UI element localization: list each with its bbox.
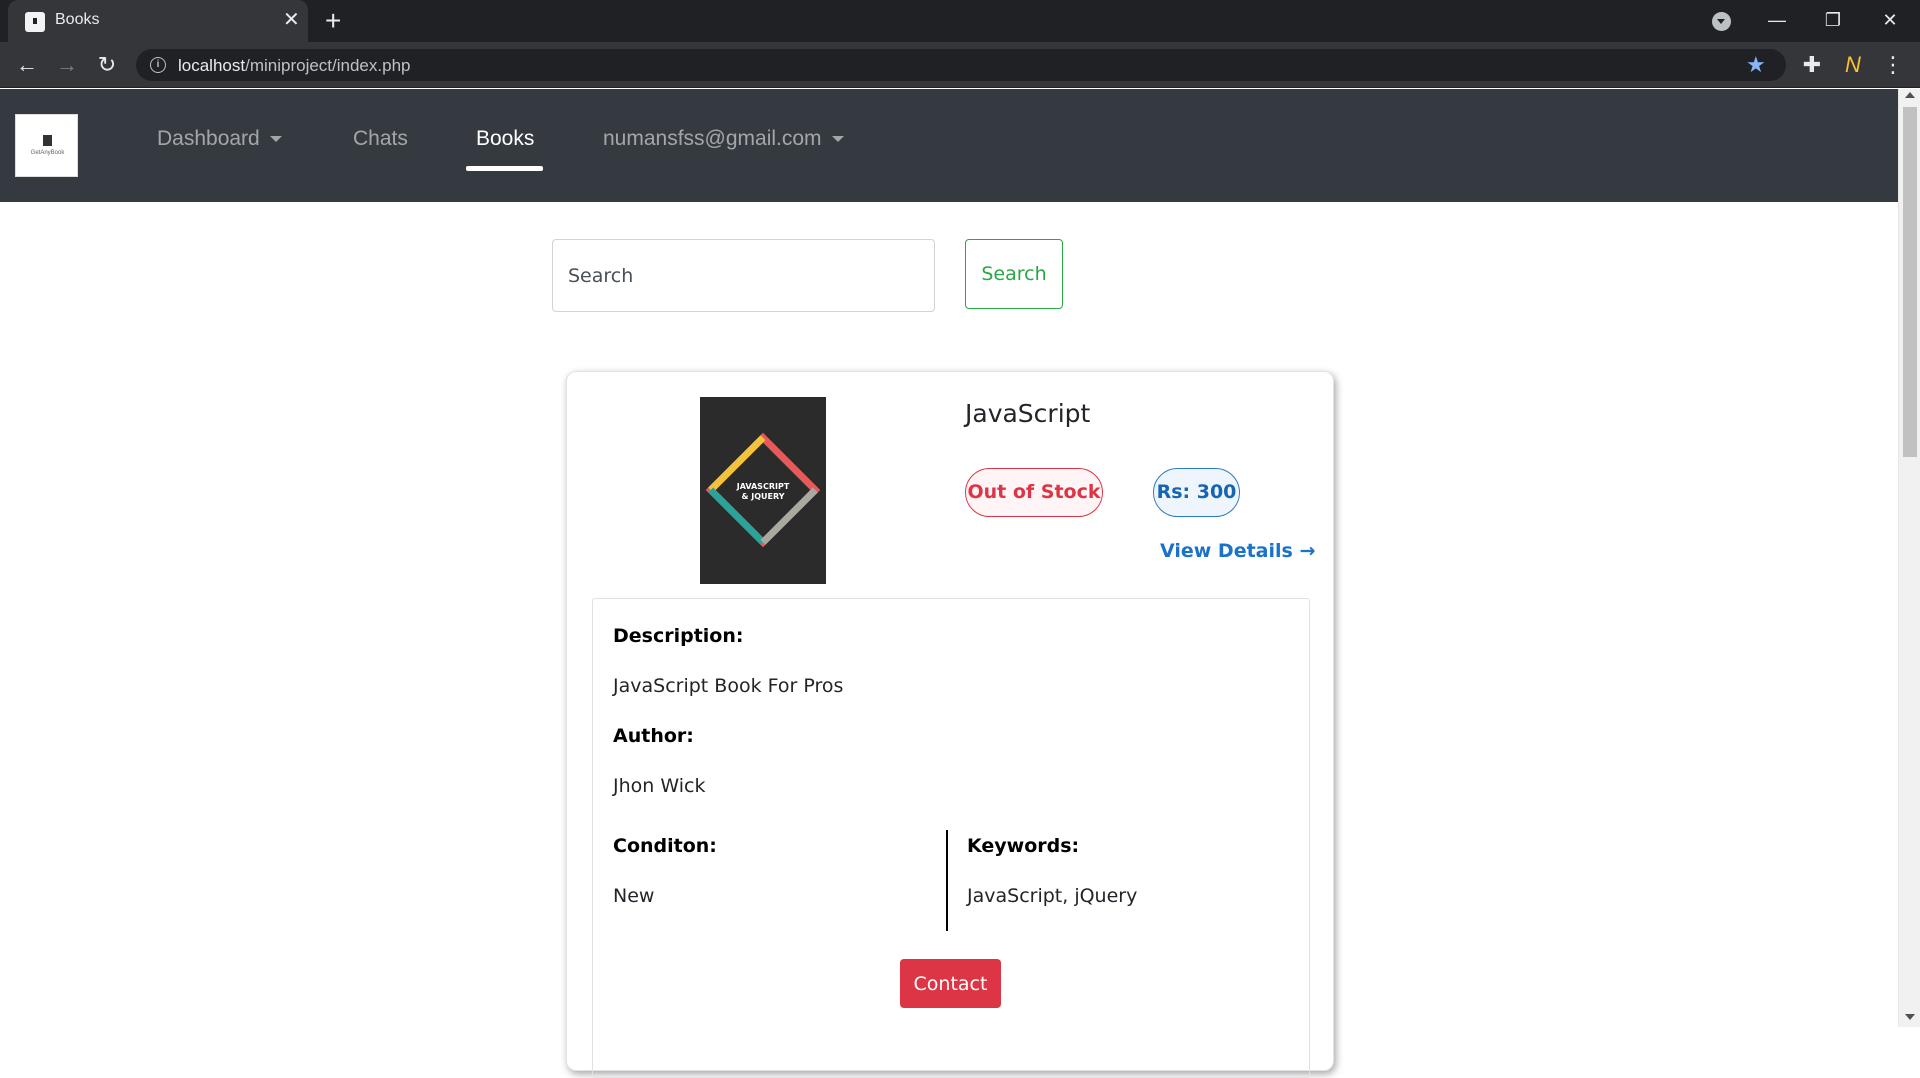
view-details-link[interactable]: View Details → xyxy=(1160,540,1315,562)
caret-down-icon xyxy=(269,136,282,143)
active-nav-indicator xyxy=(466,166,543,171)
search-input[interactable] xyxy=(552,239,935,312)
bookmark-star-icon[interactable]: ★ xyxy=(1746,52,1766,78)
new-tab-icon[interactable]: + xyxy=(325,6,341,36)
browser-toolbar: ← → ↻ i localhost/miniproject/index.php … xyxy=(0,42,1920,88)
window-close-icon[interactable]: ✕ xyxy=(1870,6,1910,34)
favicon-icon xyxy=(25,12,45,32)
book-logo-icon xyxy=(43,135,52,146)
url-text[interactable]: localhost/miniproject/index.php xyxy=(178,56,410,76)
condition-label: Conditon: xyxy=(613,835,717,857)
tab-close-icon[interactable]: ✕ xyxy=(283,8,300,32)
page-scrollbar[interactable] xyxy=(1898,89,1920,1027)
browser-tab[interactable]: Books ✕ xyxy=(8,0,308,42)
nav-books[interactable]: Books xyxy=(476,127,534,151)
keywords-value: JavaScript, jQuery xyxy=(967,885,1138,907)
scroll-down-arrow-icon[interactable] xyxy=(1905,1014,1915,1020)
keywords-label: Keywords: xyxy=(967,835,1080,857)
tab-title: Books xyxy=(55,11,100,28)
nav-dashboard-dropdown[interactable]: Dashboard xyxy=(157,127,282,151)
nav-chats[interactable]: Chats xyxy=(353,127,408,151)
extension-n-icon[interactable]: N xyxy=(1838,50,1868,80)
svg-text:JAVASCRIPT: JAVASCRIPT xyxy=(736,482,790,491)
browser-tabbar: Books ✕ + — ❐ ✕ xyxy=(0,0,1920,42)
description-value: JavaScript Book For Pros xyxy=(613,675,844,697)
extensions-icon[interactable]: ✚ xyxy=(1797,50,1827,80)
column-divider xyxy=(946,830,948,931)
book-details-panel: Description: JavaScript Book For Pros Au… xyxy=(592,598,1310,1078)
price-badge: Rs: 300 xyxy=(1153,468,1240,517)
caret-down-icon xyxy=(831,136,844,143)
search-button[interactable]: Search xyxy=(965,239,1063,309)
book-card: JAVASCRIPT & JQUERY JavaScript Out of St… xyxy=(566,371,1334,1078)
book-title: JavaScript xyxy=(965,399,1091,428)
svg-text:& JQUERY: & JQUERY xyxy=(741,492,784,501)
logo-text: GetAnyBook xyxy=(30,150,65,156)
book-cover-image: JAVASCRIPT & JQUERY xyxy=(700,397,826,584)
reload-icon[interactable]: ↻ xyxy=(92,50,122,80)
description-label: Description: xyxy=(613,625,744,647)
author-value: Jhon Wick xyxy=(613,775,706,797)
scroll-up-arrow-icon[interactable] xyxy=(1905,92,1915,98)
tab-search-icon[interactable] xyxy=(1712,12,1731,31)
nav-account-dropdown[interactable]: numansfss@gmail.com xyxy=(603,127,844,151)
stock-status-badge: Out of Stock xyxy=(965,468,1103,517)
site-logo[interactable]: GetAnyBook xyxy=(15,114,78,177)
site-navbar: GetAnyBook Dashboard Chats Books numansf… xyxy=(0,89,1898,202)
browser-menu-icon[interactable]: ⋮ xyxy=(1878,50,1908,80)
site-info-icon[interactable]: i xyxy=(150,57,166,73)
forward-icon[interactable]: → xyxy=(52,50,82,80)
condition-value: New xyxy=(613,885,655,907)
address-bar[interactable]: i localhost/miniproject/index.php ★ xyxy=(136,49,1786,81)
scroll-thumb[interactable] xyxy=(1903,107,1917,457)
minimize-icon[interactable]: — xyxy=(1757,6,1797,34)
contact-button[interactable]: Contact xyxy=(900,959,1001,1008)
restore-icon[interactable]: ❐ xyxy=(1813,6,1853,34)
author-label: Author: xyxy=(613,725,694,747)
back-icon[interactable]: ← xyxy=(12,50,42,80)
